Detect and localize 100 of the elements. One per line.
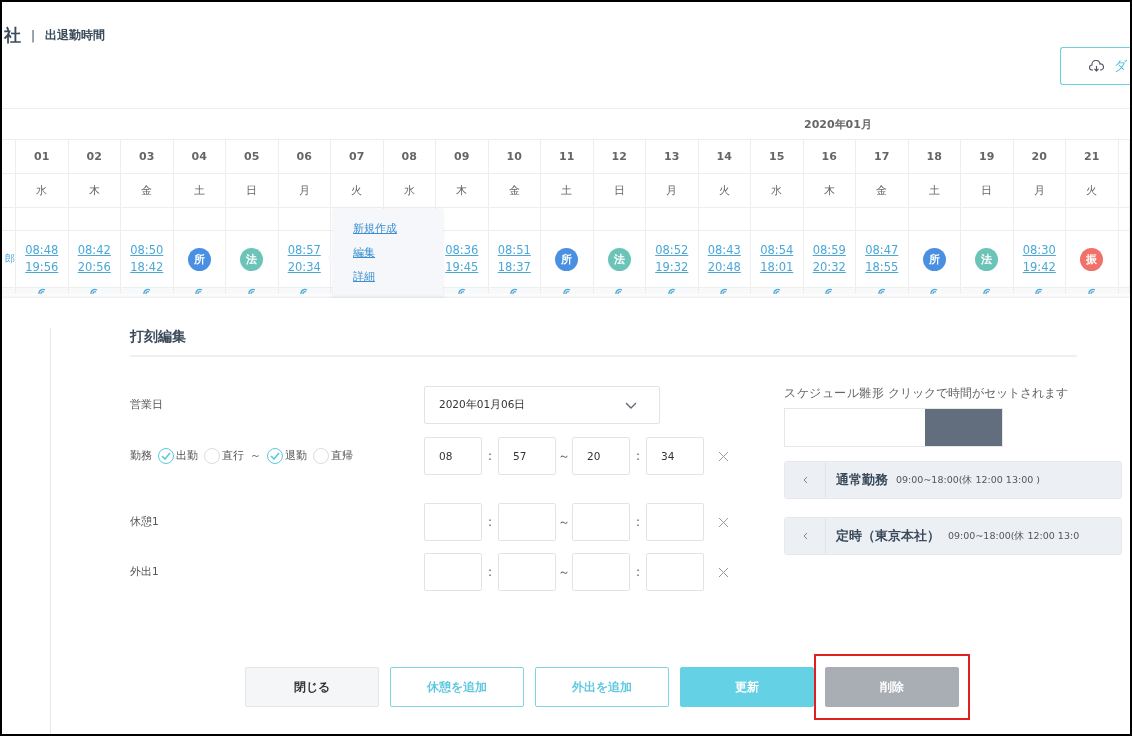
schedule-template-button[interactable]: 通常勤務 09:00~18:00(休 12:00 13:00 ) [784, 461, 1122, 499]
template-hours: 09:00~18:00(休 12:00 13:0 [948, 529, 1080, 543]
download-button[interactable]: ダ [1060, 47, 1130, 85]
link-icon[interactable] [876, 288, 887, 294]
weekday: 木 [823, 183, 835, 198]
action-button[interactable]: 更新 [680, 667, 814, 707]
clock-in-link[interactable]: 08:59 [812, 242, 846, 259]
link-icon[interactable] [456, 288, 467, 294]
weekday: 火 [1086, 183, 1098, 198]
date-select[interactable]: 2020年01月06日 [424, 386, 660, 424]
weekday: 土 [193, 183, 205, 198]
time-input[interactable]: 20 [572, 437, 630, 475]
day-number: 06 [296, 150, 312, 163]
clock-out-link[interactable]: 18:42 [130, 259, 164, 276]
time-input[interactable] [572, 553, 630, 591]
clock-out-link[interactable]: 19:32 [655, 259, 689, 276]
time-input[interactable] [646, 553, 704, 591]
action-button[interactable]: 外出を追加 [535, 667, 669, 707]
time-input[interactable] [498, 553, 556, 591]
option-label: 退勤 [285, 449, 307, 463]
day-number: 21 [1084, 150, 1100, 163]
day-number: 20 [1031, 150, 1047, 163]
employee-name[interactable]: 郎 [5, 252, 15, 266]
clock-in-link[interactable]: 08:42 [77, 242, 111, 259]
menu-item[interactable]: 編集 [353, 245, 443, 260]
time-input[interactable] [424, 503, 482, 541]
link-icon[interactable] [1086, 288, 1097, 294]
link-icon[interactable] [719, 288, 730, 294]
time-input[interactable]: 34 [646, 437, 704, 475]
clock-in-link[interactable]: 08:30 [1022, 242, 1056, 259]
link-icon[interactable] [36, 288, 47, 294]
clock-out-link[interactable]: 18:37 [497, 259, 531, 276]
field-label: 休憩1 [130, 515, 159, 529]
link-icon[interactable] [614, 288, 625, 294]
clock-in-link[interactable]: 08:54 [760, 242, 794, 259]
cloud-download-icon [1089, 60, 1104, 72]
clock-in-link[interactable]: 08:50 [130, 242, 164, 259]
time-input[interactable] [646, 503, 704, 541]
day-number: 16 [821, 150, 837, 163]
status-badge: 所 [555, 247, 579, 271]
time-separator: ～ [557, 447, 571, 465]
clear-icon[interactable] [718, 450, 729, 462]
menu-item[interactable]: 新規作成 [353, 221, 443, 236]
day-number: 09 [454, 150, 470, 163]
status-badge: 法 [607, 247, 631, 271]
link-icon[interactable] [89, 288, 100, 294]
time-input[interactable] [572, 503, 630, 541]
clock-out-link[interactable]: 20:34 [287, 259, 321, 276]
clock-out-link[interactable]: 18:55 [865, 259, 899, 276]
clock-out-link[interactable]: 20:48 [707, 259, 741, 276]
check-icon [161, 452, 171, 460]
status-badge: 法 [975, 247, 999, 271]
link-icon[interactable] [141, 288, 152, 294]
time-separator: : [634, 515, 641, 529]
link-icon[interactable] [666, 288, 677, 294]
weekday: 木 [456, 183, 468, 198]
link-icon[interactable] [981, 288, 992, 294]
time-input[interactable] [424, 553, 482, 591]
link-icon[interactable] [561, 288, 572, 294]
clock-out-link[interactable]: 19:42 [1022, 259, 1056, 276]
clock-in-link[interactable]: 08:51 [497, 242, 531, 259]
clock-out-link[interactable]: 18:01 [760, 259, 794, 276]
schedule-template-button[interactable]: 定時（東京本社） 09:00~18:00(休 12:00 13:0 [784, 517, 1122, 555]
clock-out-link[interactable]: 19:56 [25, 259, 59, 276]
clear-icon[interactable] [718, 566, 729, 578]
menu-item[interactable]: 詳細 [353, 269, 443, 284]
clock-out-link[interactable]: 20:32 [812, 259, 846, 276]
clock-in-link[interactable]: 08:47 [865, 242, 899, 259]
link-icon[interactable] [509, 288, 520, 294]
segment-toggle[interactable] [784, 408, 1003, 447]
action-button[interactable]: 休憩を追加 [390, 667, 524, 707]
time-input[interactable] [498, 503, 556, 541]
link-icon[interactable] [771, 288, 782, 294]
action-button[interactable]: 削除 [825, 667, 959, 707]
clock-in-link[interactable]: 08:48 [25, 242, 59, 259]
status-badge: 振 [1080, 247, 1104, 271]
template-name: 通常勤務 [836, 471, 888, 489]
day-number: 02 [86, 150, 102, 163]
day-number: 19 [979, 150, 995, 163]
clear-icon[interactable] [718, 516, 729, 528]
chevron-left-icon [802, 532, 808, 540]
clock-in-link[interactable]: 08:57 [287, 242, 321, 259]
weekday: 月 [666, 183, 678, 198]
time-input[interactable]: 57 [498, 437, 556, 475]
link-icon[interactable] [299, 288, 310, 294]
clock-out-link[interactable]: 19:45 [445, 259, 479, 276]
link-icon[interactable] [929, 288, 940, 294]
time-input[interactable]: 08 [424, 437, 482, 475]
clock-in-link[interactable]: 08:43 [707, 242, 741, 259]
weekday: 水 [36, 183, 48, 198]
clock-in-link[interactable]: 08:52 [655, 242, 689, 259]
action-button[interactable]: 閉じる [245, 667, 379, 707]
link-icon[interactable] [194, 288, 205, 294]
link-icon[interactable] [1034, 288, 1045, 294]
clock-out-link[interactable]: 20:56 [77, 259, 111, 276]
day-number: 12 [611, 150, 627, 163]
link-icon[interactable] [246, 288, 257, 294]
clock-in-link[interactable]: 08:36 [445, 242, 479, 259]
link-icon[interactable] [824, 288, 835, 294]
weekday: 月 [1033, 183, 1045, 198]
